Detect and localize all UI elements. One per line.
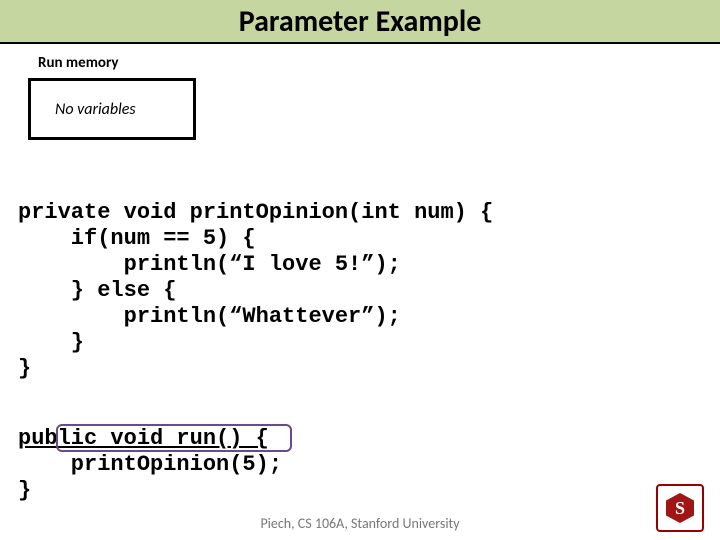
code-line: private void printOpinion(int num) { (18, 200, 493, 225)
highlight-box (56, 424, 292, 452)
code-line: printOpinion(5); (18, 452, 282, 477)
code-line: } (18, 330, 84, 355)
code-line: if(num == 5) { (18, 226, 256, 251)
memory-content: No variables (55, 100, 136, 119)
title-bar: Parameter Example (0, 0, 720, 44)
code-line: println(“I love 5!”); (18, 252, 401, 277)
code-line: } (18, 478, 31, 503)
logo-letter: S (675, 498, 685, 519)
memory-label: Run memory (38, 54, 118, 72)
stanford-logo: S (656, 484, 704, 532)
code-line: println(“Whattever”); (18, 304, 401, 329)
code-line: } (18, 356, 31, 381)
code-method-printopinion: private void printOpinion(int num) { if(… (18, 174, 493, 382)
memory-box: No variables (28, 78, 196, 140)
footer-text: Piech, CS 106A, Stanford University (0, 515, 720, 532)
code-line: } else { (18, 278, 176, 303)
slide-title: Parameter Example (239, 3, 482, 40)
